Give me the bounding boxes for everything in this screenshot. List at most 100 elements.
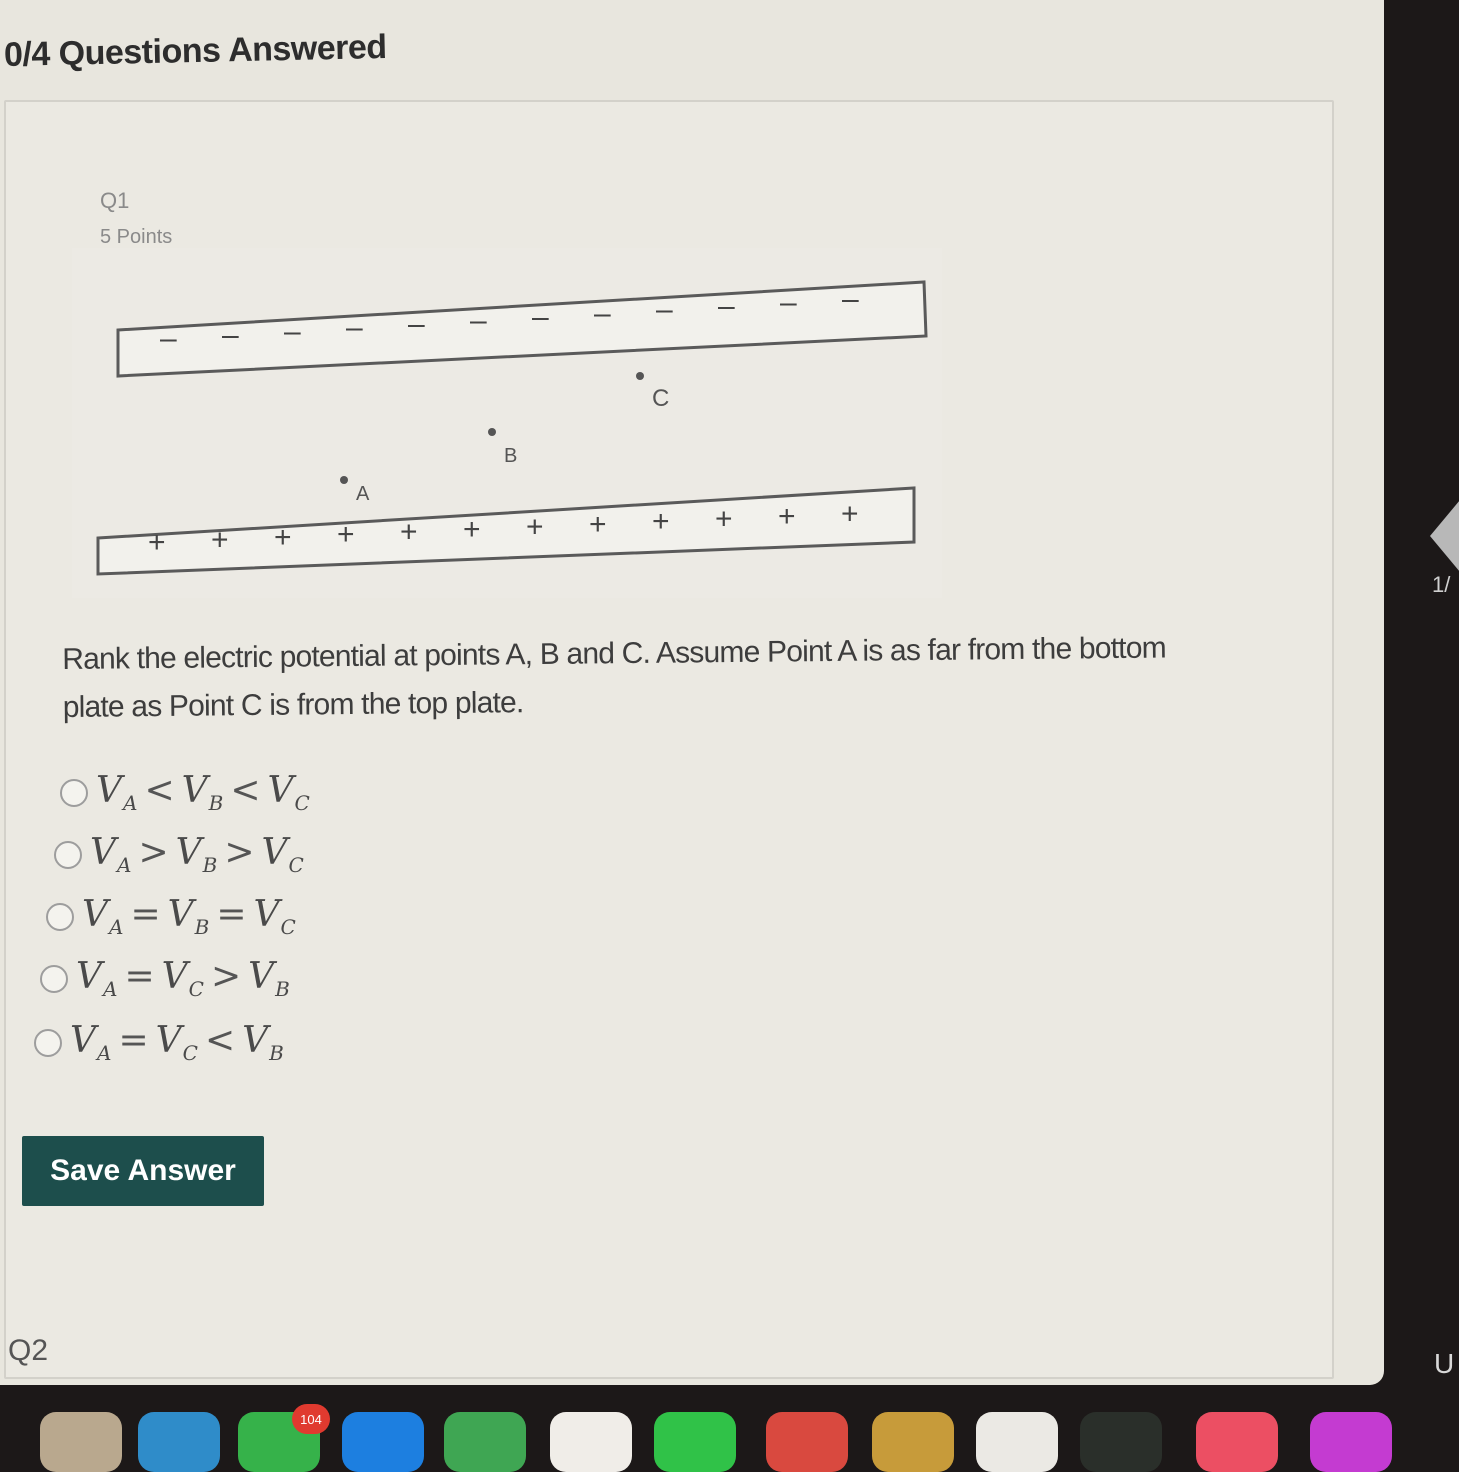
potential-subscript: A xyxy=(109,915,125,940)
negative-charge-sign: – xyxy=(842,282,859,315)
dock-app-icon[interactable] xyxy=(654,1412,736,1472)
dock-app-icon[interactable] xyxy=(1196,1412,1278,1472)
radio-button[interactable] xyxy=(34,1029,62,1057)
positive-charge-sign: + xyxy=(526,510,544,543)
comparison-operator: = xyxy=(130,894,162,936)
point-c-label: C xyxy=(652,385,669,412)
potential-subscript: B xyxy=(194,915,211,940)
answer-option[interactable]: VA > VB > VC xyxy=(54,832,305,878)
potential-symbol: V xyxy=(253,894,281,936)
comparison-operator: > xyxy=(138,832,170,874)
option-expression: VA = VC > VB xyxy=(76,956,291,1001)
question-points: 5 Points xyxy=(100,226,173,248)
potential-subscript: B xyxy=(269,1041,285,1066)
option-expression: VA = VC < VB xyxy=(70,1020,285,1065)
point-b-label: B xyxy=(504,445,517,467)
potential-subscript: C xyxy=(182,1041,199,1066)
potential-subscript: C xyxy=(288,853,305,878)
side-page-indicator: 1/ xyxy=(1432,572,1451,597)
potential-symbol: V xyxy=(261,832,289,874)
comparison-operator: < xyxy=(144,770,176,812)
potential-subscript: C xyxy=(294,791,311,816)
answer-option[interactable]: VA < VB < VC xyxy=(60,770,311,816)
potential-subscript: B xyxy=(275,977,291,1002)
positive-charge-sign: + xyxy=(337,518,355,551)
dock-app-icon[interactable] xyxy=(444,1412,526,1472)
radio-button[interactable] xyxy=(46,903,74,931)
potential-symbol: V xyxy=(70,1020,97,1062)
dock-app-icon[interactable] xyxy=(1080,1412,1162,1472)
next-question-label: Q2 xyxy=(8,1334,49,1367)
potential-subscript: C xyxy=(280,915,297,940)
negative-charge-sign: – xyxy=(594,297,611,330)
positive-charge-sign: + xyxy=(652,505,670,538)
point-b-dot xyxy=(488,428,496,436)
notification-badge: 104 xyxy=(292,1404,330,1434)
dock-app-icon[interactable] xyxy=(766,1412,848,1472)
side-panel-text: U xyxy=(1434,1348,1455,1379)
dock-app-icon[interactable] xyxy=(1310,1412,1392,1472)
comparison-operator: < xyxy=(204,1020,237,1062)
comparison-operator: < xyxy=(230,770,262,812)
negative-charge-sign: – xyxy=(718,290,735,323)
parallel-plates-diagram: – – – – – – – – – – – – + + + + + + + + + + + + C B A xyxy=(72,248,942,598)
browser-content: 0/4 Questions Answered Q1 5 Points – – – – –… xyxy=(0,0,1384,1385)
comparison-operator: > xyxy=(210,956,243,998)
point-a-dot xyxy=(340,476,348,484)
answer-option[interactable]: VA = VC < VB xyxy=(34,1020,285,1066)
potential-subscript: A xyxy=(97,1041,113,1066)
potential-subscript: A xyxy=(123,791,139,816)
dock-app-icon[interactable] xyxy=(40,1412,122,1472)
positive-charge-sign: + xyxy=(589,508,607,541)
potential-symbol: V xyxy=(167,894,195,936)
potential-symbol: V xyxy=(90,832,117,874)
potential-subscript: B xyxy=(202,853,219,878)
question-prompt: Rank the electric potential at points A,… xyxy=(62,631,1166,724)
potential-symbol: V xyxy=(161,956,189,998)
negative-charge-sign: – xyxy=(408,308,425,341)
potential-symbol: V xyxy=(267,770,295,812)
dock-app-icon[interactable] xyxy=(976,1412,1058,1472)
negative-charge-sign: – xyxy=(160,322,177,355)
negative-charge-sign: – xyxy=(284,315,301,348)
app-dock xyxy=(0,1400,1459,1472)
dock-app-icon[interactable] xyxy=(138,1412,220,1472)
negative-charge-sign: – xyxy=(346,311,363,344)
option-expression: VA < VB < VC xyxy=(96,770,311,815)
comparison-operator: = xyxy=(118,1020,150,1062)
comparison-operator: > xyxy=(224,832,256,874)
positive-charge-sign: + xyxy=(148,526,166,559)
negative-charge-sign: – xyxy=(532,300,549,333)
potential-symbol: V xyxy=(155,1020,183,1062)
point-c-dot xyxy=(636,372,644,380)
potential-subscript: B xyxy=(208,791,225,816)
negative-charge-sign: – xyxy=(656,293,673,326)
radio-button[interactable] xyxy=(40,965,68,993)
save-answer-button[interactable]: Save Answer xyxy=(22,1136,264,1206)
potential-symbol: V xyxy=(76,956,103,998)
question-number: Q1 xyxy=(100,188,130,213)
dock-app-icon[interactable] xyxy=(872,1412,954,1472)
radio-button[interactable] xyxy=(60,779,88,807)
potential-symbol: V xyxy=(96,770,123,812)
answer-option[interactable]: VA = VC > VB xyxy=(40,956,291,1002)
option-expression: VA = VB = VC xyxy=(82,894,297,939)
comparison-operator: = xyxy=(216,894,248,936)
questions-answered-counter: 0/4 Questions Answered xyxy=(3,27,387,74)
option-expression: VA > VB > VC xyxy=(90,832,305,877)
potential-subscript: A xyxy=(117,853,133,878)
point-a-label: A xyxy=(356,483,370,505)
answer-option[interactable]: VA = VB = VC xyxy=(46,894,297,940)
negative-charge-sign: – xyxy=(222,318,239,351)
radio-button[interactable] xyxy=(54,841,82,869)
potential-symbol: V xyxy=(242,1020,270,1062)
potential-subscript: A xyxy=(103,977,119,1002)
positive-charge-sign: + xyxy=(778,500,796,533)
comparison-operator: = xyxy=(124,956,156,998)
positive-charge-sign: + xyxy=(211,523,229,556)
potential-symbol: V xyxy=(175,832,203,874)
positive-charge-sign: + xyxy=(400,516,418,549)
chevron-left-icon[interactable] xyxy=(1430,500,1459,572)
dock-app-icon[interactable] xyxy=(342,1412,424,1472)
dock-app-icon[interactable] xyxy=(550,1412,632,1472)
